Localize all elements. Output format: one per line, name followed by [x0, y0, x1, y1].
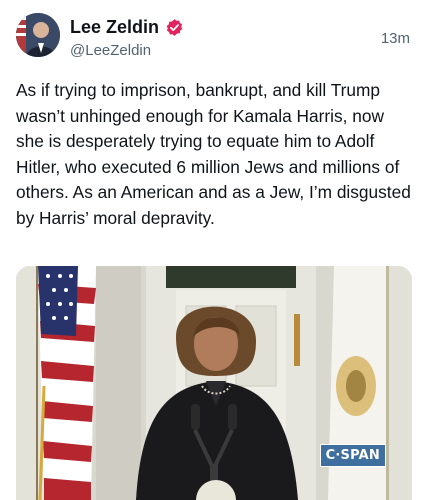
avatar[interactable]	[16, 13, 60, 57]
post-header: Lee Zeldin @LeeZeldin 13m	[16, 12, 412, 62]
post-text: As if trying to imprison, bankrupt, and …	[16, 80, 411, 228]
author-block: Lee Zeldin @LeeZeldin	[70, 16, 184, 59]
cspan-watermark: C·SPAN	[319, 444, 386, 467]
verified-badge-icon	[165, 18, 184, 37]
display-name[interactable]: Lee Zeldin	[70, 17, 159, 38]
post-media-image[interactable]: C·SPAN	[16, 266, 412, 500]
handle[interactable]: @LeeZeldin	[70, 42, 184, 59]
us-flag	[36, 266, 96, 500]
avatar-image	[16, 13, 60, 57]
timestamp[interactable]: 13m	[381, 30, 410, 47]
